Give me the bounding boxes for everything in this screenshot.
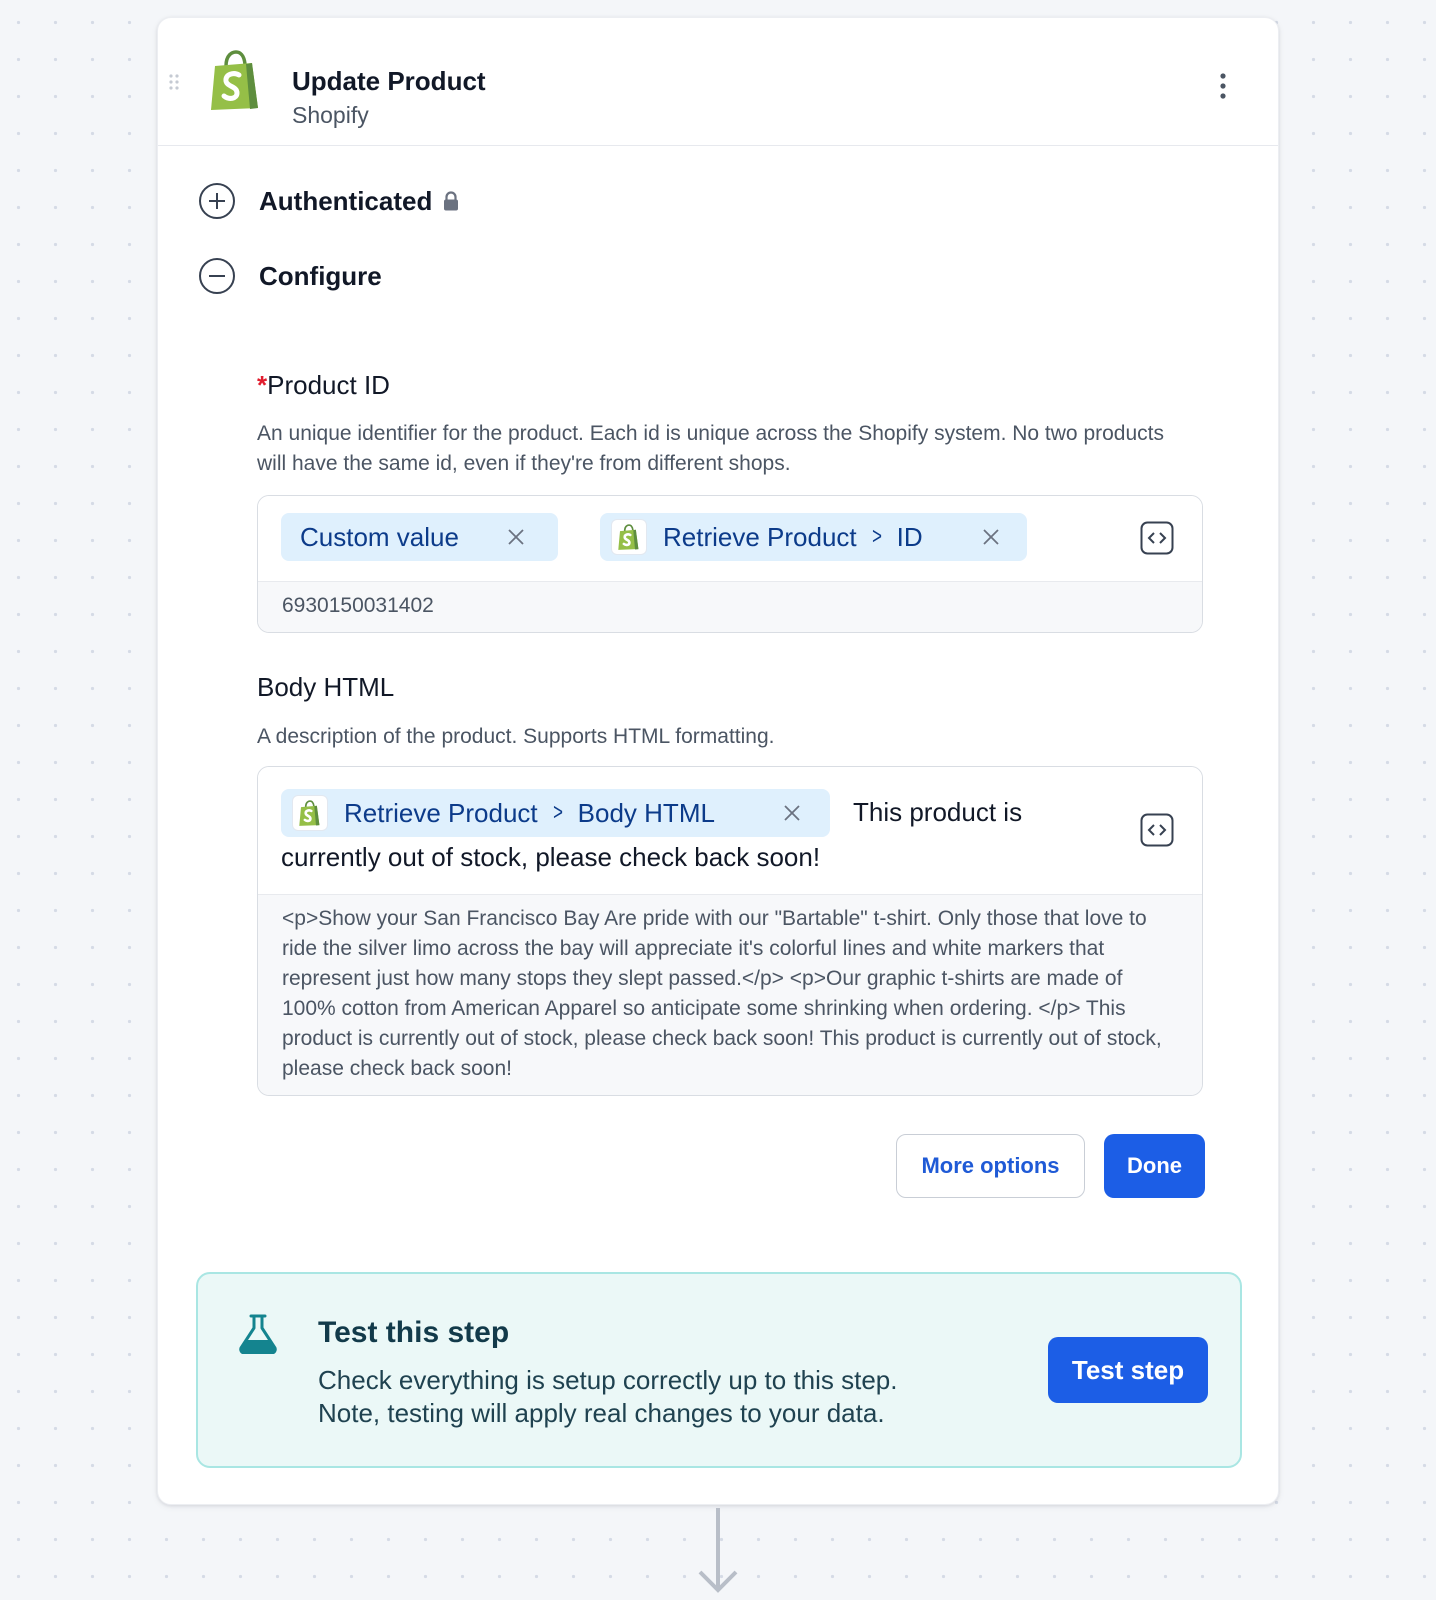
test-step-title: Test this step [318,1316,510,1349]
flask-icon [239,1314,277,1354]
body-html-text-line2: currently out of stock, please check bac… [281,842,821,872]
pill-source: Retrieve Product [663,521,857,552]
kebab-menu-icon[interactable] [1208,68,1238,104]
step-app-name: Shopify [292,102,369,128]
code-toggle-icon[interactable] [1140,521,1174,555]
step-card: Update Product Shopify Authenticated Con… [157,17,1279,1505]
authenticated-section-toggle[interactable]: Authenticated [198,182,460,220]
pill-source: Retrieve Product [344,797,538,828]
close-icon[interactable] [506,527,526,547]
close-icon[interactable] [981,527,1001,547]
authenticated-label: Authenticated [259,185,433,216]
body-html-input[interactable]: Retrieve Product > Body HTML This produc… [258,767,1202,894]
more-options-button[interactable]: More options [896,1134,1085,1198]
pill-field: ID [896,521,923,552]
custom-value-pill-label: Custom value [300,521,459,552]
retrieve-product-body-html-pill[interactable]: Retrieve Product > Body HTML [281,789,830,837]
code-toggle-icon[interactable] [1140,813,1174,847]
product-id-description: An unique identifier for the product. Ea… [257,422,1164,475]
configure-section-toggle[interactable]: Configure [198,257,382,295]
shopify-bag-icon [211,50,258,110]
test-step-description: Check everything is setup correctly up t… [318,1364,898,1430]
minus-circle-icon [199,258,235,294]
required-marker: * [257,370,268,400]
test-step-line2: Note, testing will apply real changes to… [318,1398,885,1428]
lock-icon [444,191,459,211]
body-html-preview: <p>Show your San Francisco Bay Are pride… [258,894,1202,1095]
shopify-bag-icon [611,519,647,555]
body-html-description: A description of the product. Supports H… [257,725,775,748]
shopify-bag-icon [292,795,328,831]
test-step-panel: Test this step Check everything is setup… [196,1272,1242,1468]
body-html-field: Retrieve Product > Body HTML This produc… [257,766,1203,1096]
chevron-right-icon: > [552,799,563,826]
arrow-down-icon [698,1508,738,1593]
test-step-line1: Check everything is setup correctly up t… [318,1365,898,1395]
product-id-preview: 6930150031402 [258,581,1202,632]
done-button[interactable]: Done [1104,1134,1205,1198]
body-html-text-inline: This product is [853,797,1023,827]
step-title: Update Product [292,66,486,96]
test-step-button[interactable]: Test step [1048,1337,1208,1403]
product-id-input[interactable]: Custom value Retrieve Product > ID [258,496,1202,581]
pill-field: Body HTML [577,797,715,828]
step-header: Update Product Shopify [158,18,1278,146]
body-html-label: Body HTML [257,672,395,702]
configure-label: Configure [259,260,382,291]
product-id-label: *Product ID [257,370,390,401]
custom-value-pill[interactable]: Custom value [281,513,558,561]
retrieve-product-id-pill[interactable]: Retrieve Product > ID [600,513,1027,561]
plus-circle-icon [199,183,235,219]
product-id-label-text: Product ID [267,370,390,400]
drag-handle-icon[interactable] [167,73,181,91]
chevron-right-icon: > [871,523,882,550]
product-id-field: Custom value Retrieve Product > ID 69301… [257,495,1203,633]
close-icon[interactable] [782,803,802,823]
